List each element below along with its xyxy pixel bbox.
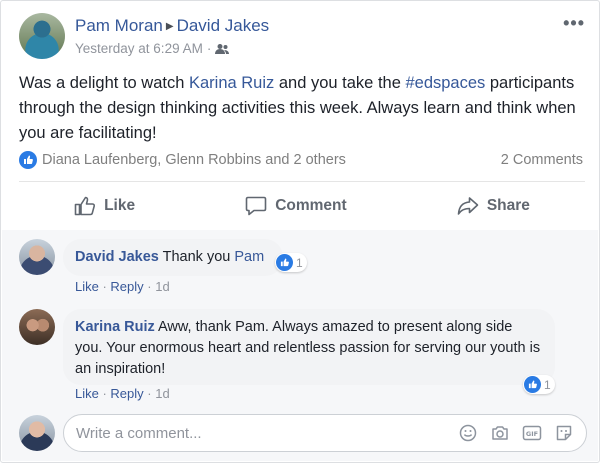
share-button[interactable]: Share xyxy=(457,196,530,216)
hashtag-link[interactable]: #edspaces xyxy=(405,74,485,92)
like-reaction-icon xyxy=(19,151,37,169)
like-reaction-icon xyxy=(276,254,293,271)
gif-icon[interactable]: GIF xyxy=(522,423,542,443)
comment-reaction-chip[interactable]: 1 xyxy=(275,253,307,272)
camera-icon[interactable] xyxy=(490,423,510,443)
reactions-summary: Diana Laufenberg, Glenn Robbins and 2 ot… xyxy=(19,149,583,171)
comment-like-link[interactable]: Like xyxy=(75,279,99,294)
post-card: Pam Moran ▶ David Jakes Yesterday at 6:29 … xyxy=(0,0,600,463)
comments-count-link[interactable]: 2 Comments xyxy=(501,152,583,168)
divider xyxy=(19,181,585,182)
comment-reaction-chip[interactable]: 1 xyxy=(523,375,555,394)
post-meta: Yesterday at 6:29 AM · xyxy=(75,41,230,56)
mention-link[interactable]: Karina Ruiz xyxy=(189,74,274,92)
mention-link[interactable]: Pam xyxy=(234,249,264,265)
sticker-icon[interactable] xyxy=(554,423,574,443)
author-avatar[interactable] xyxy=(19,13,65,59)
comment-actions: Like · Reply · 1d xyxy=(75,386,170,401)
reactions-names[interactable]: Diana Laufenberg, Glenn Robbins and 2 ot… xyxy=(42,152,346,168)
action-bar: Like Comment Share xyxy=(19,183,585,229)
post-text: Was a delight to watch Karina Ruiz and y… xyxy=(19,74,576,142)
svg-text:GIF: GIF xyxy=(526,430,538,438)
arrow-right-icon: ▶ xyxy=(165,21,174,32)
composer-tools: GIF xyxy=(458,423,586,443)
comment-actions: Like · Reply · 1d xyxy=(75,279,170,294)
like-button[interactable]: Like xyxy=(74,196,135,216)
comment-button[interactable]: Comment xyxy=(245,196,347,216)
more-options-icon[interactable]: ••• xyxy=(563,13,585,34)
post-timestamp[interactable]: Yesterday at 6:29 AM xyxy=(75,41,203,56)
emoji-icon[interactable] xyxy=(458,423,478,443)
comment-bubble: Karina Ruiz Aww, thank Pam. Always amaze… xyxy=(63,309,555,385)
comment-bubble-icon xyxy=(245,196,267,216)
comment-avatar-david[interactable] xyxy=(19,239,55,275)
comment-reply-link[interactable]: Reply xyxy=(110,386,143,401)
like-reaction-icon xyxy=(524,376,541,393)
comment-author-link[interactable]: David Jakes xyxy=(75,249,159,265)
comment-author-link[interactable]: Karina Ruiz xyxy=(75,319,155,335)
post-header-names: Pam Moran ▶ David Jakes xyxy=(75,16,269,36)
author-name-link[interactable]: Pam Moran xyxy=(75,16,163,35)
share-arrow-icon xyxy=(457,197,479,215)
comment-like-link[interactable]: Like xyxy=(75,386,99,401)
comment-time[interactable]: 1d xyxy=(155,386,169,401)
friends-audience-icon[interactable] xyxy=(215,43,230,55)
target-name-link[interactable]: David Jakes xyxy=(177,16,270,35)
comment-avatar-karina[interactable] xyxy=(19,309,55,345)
comment-bubble: David Jakes Thank you Pam xyxy=(63,239,283,276)
composer-avatar[interactable] xyxy=(19,415,55,451)
comment-time[interactable]: 1d xyxy=(155,279,169,294)
thumbs-up-icon xyxy=(74,196,96,216)
comment-input[interactable] xyxy=(76,424,458,442)
comment-composer: GIF xyxy=(63,414,587,452)
comment-reply-link[interactable]: Reply xyxy=(110,279,143,294)
